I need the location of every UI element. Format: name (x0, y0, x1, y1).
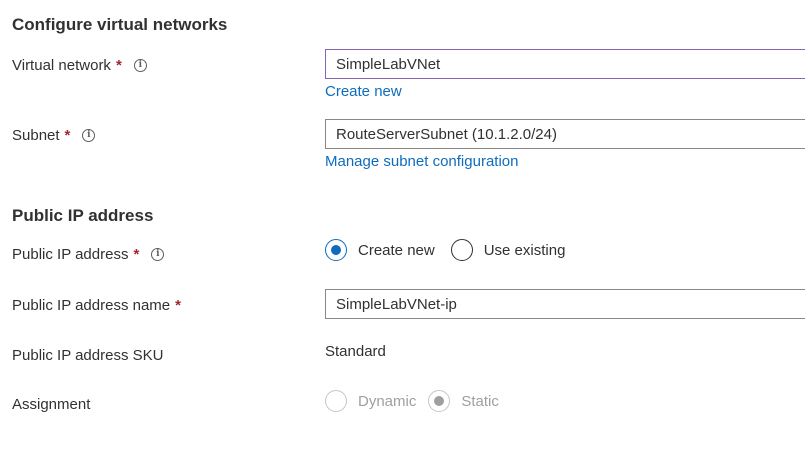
public-ip-name-label-row: Public IP address name * (12, 295, 181, 315)
public-ip-sku-label-row: Public IP address SKU (12, 345, 163, 365)
configure-networking-form: Configure virtual networks Virtual netwo… (0, 0, 805, 462)
public-ip-name-input[interactable]: SimpleLabVNet-ip (325, 289, 805, 319)
public-ip-label: Public IP address (12, 245, 129, 263)
dynamic-radio-label: Dynamic (358, 392, 417, 410)
virtual-network-label: Virtual network (12, 56, 111, 74)
use-existing-radio[interactable] (450, 239, 473, 261)
create-new-radio[interactable] (325, 239, 347, 261)
static-radio-label: Static (461, 392, 499, 410)
subnet-label: Subnet (12, 126, 60, 144)
section-title-virtual-networks: Configure virtual networks (12, 15, 228, 34)
public-ip-sku-label: Public IP address SKU (12, 346, 164, 364)
public-ip-name-label: Public IP address name (12, 296, 171, 314)
create-new-vnet-link[interactable]: Create new (325, 83, 402, 100)
subnet-label-row: Subnet * i (12, 125, 96, 145)
virtual-network-label-row: Virtual network * i (12, 55, 147, 75)
public-ip-radio-group: Create new Use existing (325, 238, 565, 262)
assignment-radio-group: Dynamic Static (325, 389, 499, 413)
public-ip-label-row: Public IP address * i (12, 244, 165, 264)
info-icon[interactable]: i (82, 128, 96, 142)
required-marker: * (115, 56, 122, 74)
use-existing-radio-label[interactable]: Use existing (484, 242, 566, 259)
subnet-select[interactable]: RouteServerSubnet (10.1.2.0/24) (325, 119, 805, 149)
required-marker: * (133, 245, 140, 263)
public-ip-sku-value: Standard (325, 343, 386, 360)
assignment-label: Assignment (12, 395, 91, 413)
assignment-label-row: Assignment (12, 394, 90, 414)
create-new-radio-label[interactable]: Create new (358, 242, 435, 259)
virtual-network-select[interactable]: SimpleLabVNet (325, 49, 805, 79)
info-icon[interactable]: i (133, 58, 147, 72)
required-marker: * (175, 296, 181, 314)
info-icon[interactable]: i (151, 247, 165, 261)
virtual-network-value: SimpleLabVNet (336, 55, 441, 73)
subnet-value: RouteServerSubnet (10.1.2.0/24) (336, 125, 557, 143)
required-marker: * (64, 126, 71, 144)
public-ip-name-value: SimpleLabVNet-ip (336, 295, 457, 313)
dynamic-radio (325, 390, 347, 412)
manage-subnet-configuration-link[interactable]: Manage subnet configuration (325, 153, 518, 170)
static-radio (428, 390, 451, 412)
section-title-public-ip: Public IP address (12, 206, 154, 225)
